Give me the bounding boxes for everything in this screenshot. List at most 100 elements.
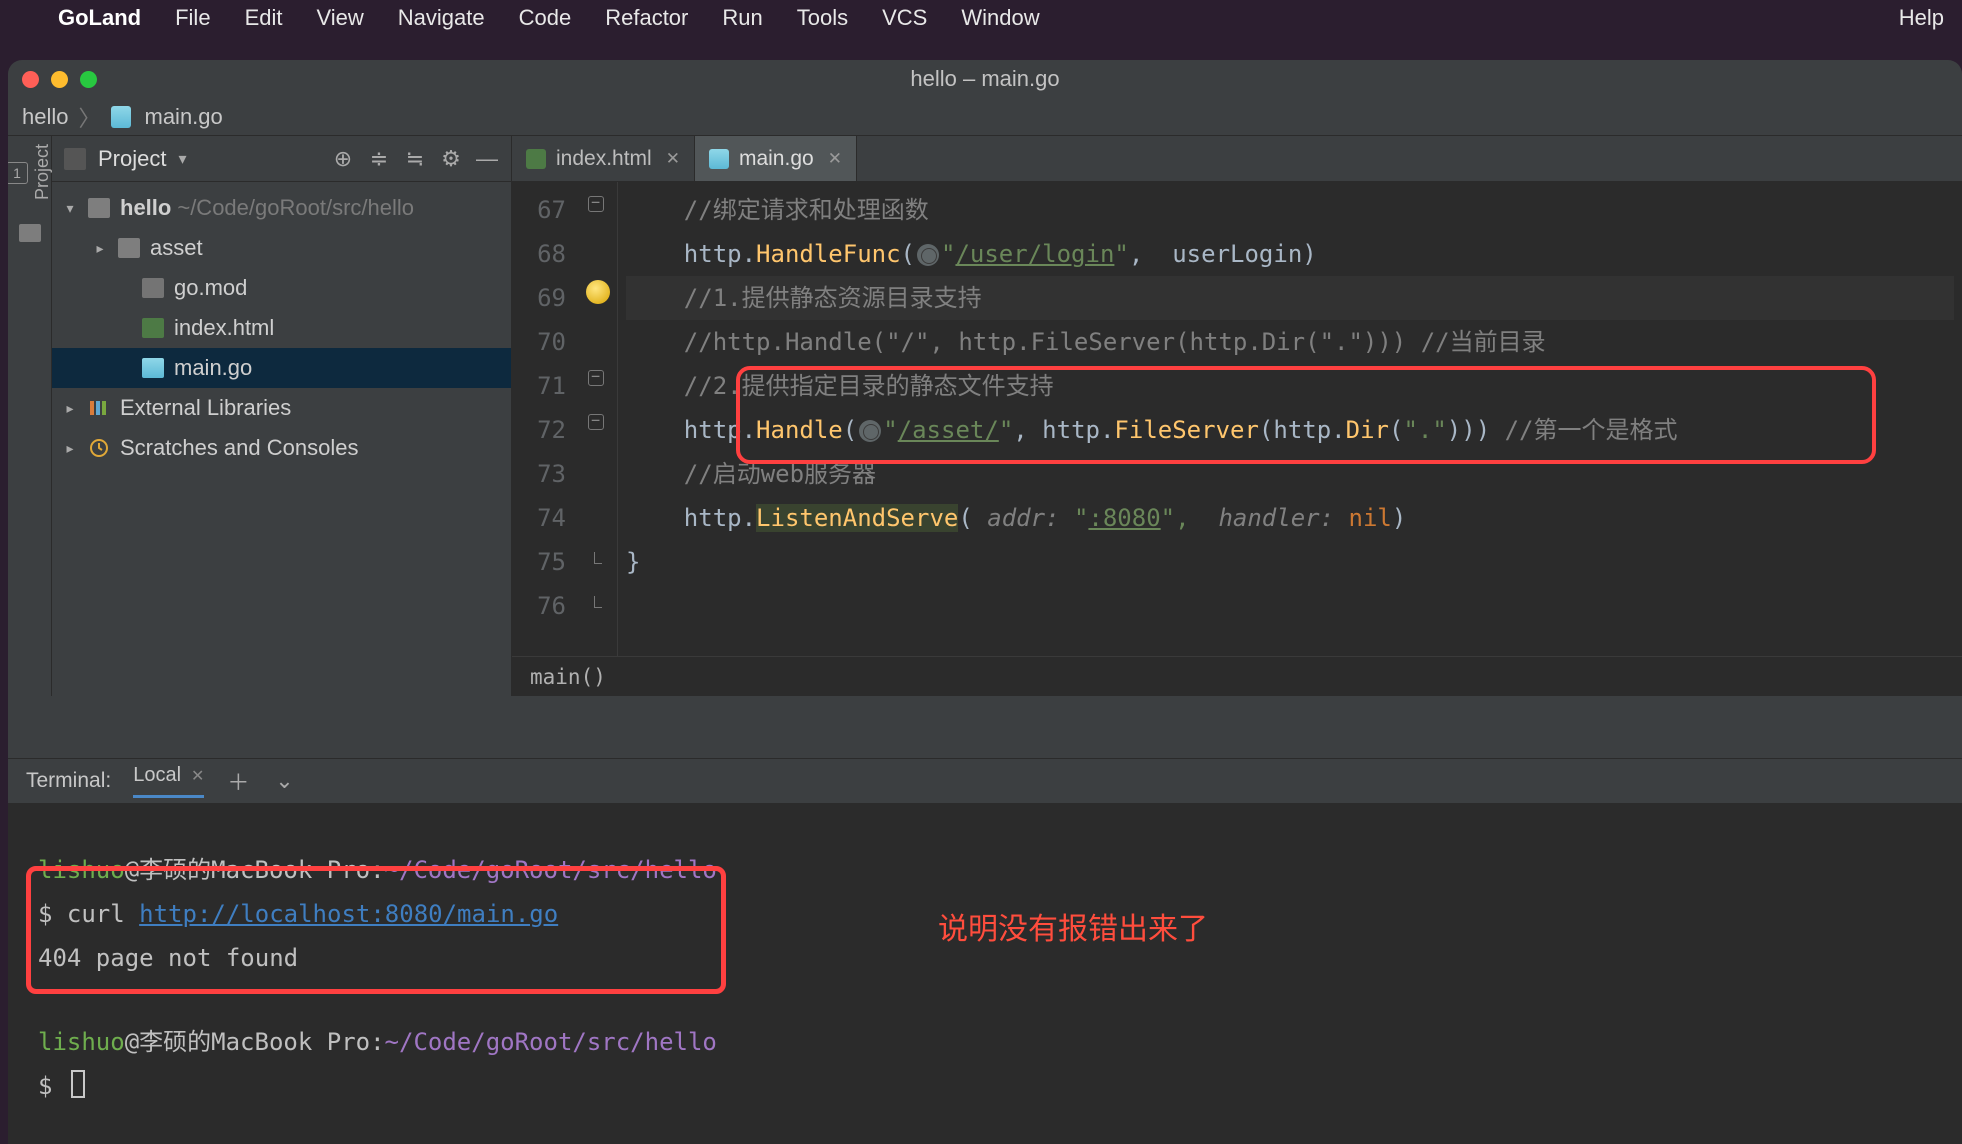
fold-end-icon bbox=[594, 596, 602, 608]
close-icon[interactable]: ✕ bbox=[191, 766, 204, 786]
crumb-project[interactable]: hello bbox=[22, 104, 68, 130]
menu-app[interactable]: GoLand bbox=[58, 5, 141, 31]
code-body[interactable]: //绑定请求和处理函数 http.HandleFunc("/user/login… bbox=[618, 182, 1962, 656]
tree-scratches[interactable]: ▸ Scratches and Consoles bbox=[52, 428, 511, 468]
code-area[interactable]: 67686970717273747576 //绑定请求和处理函数 http.Ha… bbox=[512, 182, 1962, 656]
tab-index-html[interactable]: index.html ✕ bbox=[512, 136, 695, 181]
tree-project-name: hello bbox=[120, 195, 171, 220]
tree-file-gomod[interactable]: go.mod bbox=[52, 268, 511, 308]
navigation-bar: hello 〉 main.go bbox=[8, 98, 1962, 136]
html-file-icon bbox=[142, 318, 164, 338]
annotation-box bbox=[736, 366, 1876, 464]
tree-external-libraries[interactable]: ▸ External Libraries bbox=[52, 388, 511, 428]
close-icon[interactable]: ✕ bbox=[828, 149, 842, 169]
code-text: //启动web服务器 bbox=[684, 460, 876, 488]
crumb-file[interactable]: main.go bbox=[145, 104, 223, 130]
menu-run[interactable]: Run bbox=[722, 5, 762, 31]
macos-menubar: GoLand File Edit View Navigate Code Refa… bbox=[0, 0, 1962, 35]
menu-help[interactable]: Help bbox=[1899, 5, 1944, 31]
menu-view[interactable]: View bbox=[316, 5, 363, 31]
annotation-box bbox=[26, 866, 726, 994]
titlebar: hello – main.go bbox=[8, 60, 1962, 98]
project-toolbar: Project ▾ ⊕ ≑ ≒ ⚙ — bbox=[52, 136, 511, 182]
tree-label: Scratches and Consoles bbox=[120, 435, 358, 461]
code-text: //绑定请求和处理函数 bbox=[684, 196, 929, 224]
terminal-title: Terminal: bbox=[26, 769, 111, 793]
folder-icon bbox=[88, 198, 110, 218]
go-file-icon bbox=[111, 106, 131, 128]
tree-file-maingo[interactable]: main.go bbox=[52, 348, 511, 388]
tab-label: index.html bbox=[556, 147, 652, 171]
chevron-down-icon[interactable]: ⌄ bbox=[272, 769, 296, 793]
tree-twistie-closed-icon[interactable]: ▸ bbox=[62, 440, 78, 457]
tree-project-root[interactable]: ▾ hello~/Code/goRoot/src/hello bbox=[52, 188, 511, 228]
go-file-icon bbox=[709, 149, 729, 169]
tree-label: asset bbox=[150, 235, 203, 261]
tree-folder-asset[interactable]: ▸ asset bbox=[52, 228, 511, 268]
breadcrumb-label: main() bbox=[530, 665, 606, 689]
editor-tabs: index.html ✕ main.go ✕ bbox=[512, 136, 1962, 182]
menu-tools[interactable]: Tools bbox=[797, 5, 848, 31]
menu-edit[interactable]: Edit bbox=[245, 5, 283, 31]
chevron-down-icon[interactable]: ▾ bbox=[178, 149, 186, 169]
gutter bbox=[578, 182, 618, 656]
fold-marker-icon[interactable] bbox=[588, 370, 604, 386]
expand-all-icon[interactable]: ≑ bbox=[367, 147, 391, 171]
terminal-panel: Terminal: Local ✕ ＋ ⌄ lishuo@李硕的MacBook … bbox=[8, 758, 1962, 1144]
add-terminal-icon[interactable]: ＋ bbox=[226, 769, 250, 793]
tree-twistie-closed-icon[interactable]: ▸ bbox=[92, 240, 108, 257]
scratches-icon bbox=[88, 438, 110, 458]
project-toolwindow-label[interactable]: Project bbox=[32, 144, 53, 206]
tree-twistie-closed-icon[interactable]: ▸ bbox=[62, 400, 78, 417]
window-title: hello – main.go bbox=[8, 66, 1962, 92]
tree-twistie-open-icon[interactable]: ▾ bbox=[62, 200, 78, 217]
tree-file-indexhtml[interactable]: index.html bbox=[52, 308, 511, 348]
terminal-tab-label: Local bbox=[133, 764, 181, 787]
terminal-tab-local[interactable]: Local ✕ bbox=[133, 764, 204, 798]
code-text: //http.Handle("/", http.FileServer(http.… bbox=[684, 328, 1546, 356]
structure-tool-icon[interactable] bbox=[19, 224, 41, 242]
fold-marker-icon[interactable] bbox=[588, 414, 604, 430]
left-tool-strip: 1 Project bbox=[8, 136, 52, 696]
tab-main-go[interactable]: main.go ✕ bbox=[695, 136, 857, 181]
gear-icon[interactable]: ⚙ bbox=[439, 147, 463, 171]
ide-window: hello – main.go hello 〉 main.go 1 Projec… bbox=[8, 60, 1962, 1144]
project-panel: Project ▾ ⊕ ≑ ≒ ⚙ — ▾ hello~/Code/goRoot… bbox=[52, 136, 512, 696]
terminal-body[interactable]: lishuo@李硕的MacBook Pro:~/Code/goRoot/src/… bbox=[8, 804, 1962, 1144]
menu-file[interactable]: File bbox=[175, 5, 210, 31]
line-numbers: 67686970717273747576 bbox=[512, 182, 578, 656]
locate-file-icon[interactable]: ⊕ bbox=[331, 147, 355, 171]
intention-bulb-icon[interactable] bbox=[586, 280, 610, 304]
menu-navigate[interactable]: Navigate bbox=[398, 5, 485, 31]
tree-label: External Libraries bbox=[120, 395, 291, 421]
tree-label: main.go bbox=[174, 355, 252, 381]
fold-marker-icon[interactable] bbox=[588, 196, 604, 212]
go-file-icon bbox=[142, 358, 164, 378]
tree-project-path: ~/Code/goRoot/src/hello bbox=[177, 195, 414, 220]
menu-window[interactable]: Window bbox=[961, 5, 1039, 31]
hide-panel-icon[interactable]: — bbox=[475, 147, 499, 171]
project-tree: ▾ hello~/Code/goRoot/src/hello ▸ asset g… bbox=[52, 182, 511, 474]
text-cursor bbox=[71, 1070, 85, 1098]
library-icon bbox=[88, 398, 110, 418]
code-text: } bbox=[626, 548, 640, 576]
file-icon bbox=[142, 278, 164, 298]
terminal-header: Terminal: Local ✕ ＋ ⌄ bbox=[8, 758, 1962, 804]
html-file-icon bbox=[526, 149, 546, 169]
folder-icon bbox=[118, 238, 140, 258]
project-view-icon bbox=[64, 148, 86, 170]
menu-code[interactable]: Code bbox=[519, 5, 572, 31]
globe-icon bbox=[917, 244, 939, 266]
tab-label: main.go bbox=[739, 147, 814, 171]
collapse-all-icon[interactable]: ≒ bbox=[403, 147, 427, 171]
tree-label: go.mod bbox=[174, 275, 247, 301]
annotation-text: 说明没有报错出来了 bbox=[938, 904, 1208, 948]
editor-breadcrumb[interactable]: main() bbox=[512, 656, 1962, 696]
close-icon[interactable]: ✕ bbox=[666, 149, 680, 169]
toolwindow-index: 1 bbox=[8, 162, 28, 184]
chevron-right-icon: 〉 bbox=[78, 101, 100, 133]
menu-vcs[interactable]: VCS bbox=[882, 5, 927, 31]
tree-label: index.html bbox=[174, 315, 274, 341]
menu-refactor[interactable]: Refactor bbox=[605, 5, 688, 31]
project-view-label[interactable]: Project bbox=[98, 146, 166, 172]
